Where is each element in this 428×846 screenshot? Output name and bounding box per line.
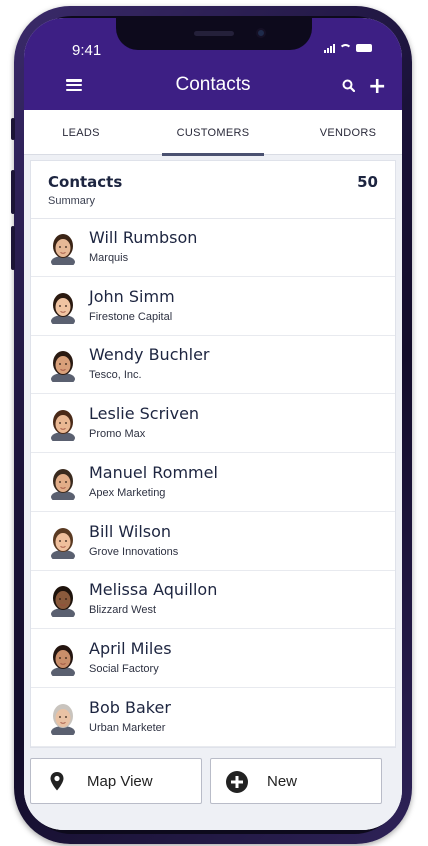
add-contact-icon[interactable]: +: [368, 76, 386, 98]
contact-name: Bill Wilson: [89, 521, 172, 541]
contact-name: Melissa Aquillon: [89, 580, 218, 600]
tab-bar: LEADS CUSTOMERS VENDORS: [24, 110, 402, 156]
contact-name: April Miles: [89, 638, 172, 658]
summary-count: 50: [357, 173, 378, 191]
bottom-action-bar: Map View New: [24, 750, 402, 830]
contact-company: Social Factory: [89, 662, 159, 675]
phone-notch: [116, 18, 312, 50]
tab-vendors[interactable]: VENDORS: [314, 110, 382, 155]
tab-customers[interactable]: CUSTOMERS: [162, 110, 264, 156]
map-pin-icon: [50, 772, 64, 791]
avatar: [51, 351, 75, 383]
avatar: [51, 644, 75, 676]
status-time: 9:41: [72, 42, 102, 59]
contact-row[interactable]: April Miles Social Factory: [31, 630, 395, 688]
contact-row[interactable]: John Simm Firestone Capital: [31, 278, 395, 336]
avatar: [51, 410, 75, 442]
contact-company: Firestone Capital: [89, 310, 173, 323]
summary-subtitle: Summary: [48, 195, 96, 207]
avatar: [51, 586, 75, 618]
contact-company: Marquis: [89, 252, 129, 264]
wifi-icon: [339, 43, 352, 53]
new-contact-button[interactable]: New: [210, 758, 382, 804]
avatar: [51, 527, 75, 559]
contact-row[interactable]: Wendy Buchler Tesco, Inc.: [31, 336, 395, 395]
contact-row[interactable]: Bill Wilson Grove Innovations: [31, 513, 395, 571]
summary-title: Contacts: [48, 173, 123, 191]
map-view-button[interactable]: Map View: [30, 758, 202, 804]
contacts-summary: Contacts Summary 50: [31, 161, 395, 219]
contact-row[interactable]: Leslie Scriven Promo Max: [31, 395, 395, 454]
speaker-grille: [194, 31, 234, 36]
avatar: [51, 703, 75, 735]
contact-row[interactable]: Melissa Aquillon Blizzard West: [31, 571, 395, 630]
contact-company: Apex Marketing: [89, 486, 166, 499]
contact-name: John Simm: [89, 286, 175, 306]
search-icon[interactable]: [342, 79, 355, 92]
contact-company: Tesco, Inc.: [89, 369, 142, 382]
contact-row[interactable]: Bob Baker Urban Marketer: [31, 689, 395, 747]
avatar: [51, 292, 75, 324]
contact-company: Urban Marketer: [89, 721, 166, 734]
contact-row[interactable]: Manuel Rommel Apex Marketing: [31, 454, 395, 512]
contact-name: Leslie Scriven: [89, 404, 200, 424]
contact-company: Promo Max: [89, 428, 146, 441]
map-view-label: Map View: [87, 773, 153, 790]
new-label: New: [267, 773, 298, 790]
contact-company: Blizzard West: [89, 604, 157, 617]
contact-company: Grove Innovations: [89, 545, 179, 558]
avatar: [51, 234, 75, 265]
contact-name: Bob Baker: [89, 697, 171, 717]
app-header: 9:41 Contacts +: [24, 18, 402, 110]
plus-circle-icon: [226, 771, 248, 793]
status-icons: [324, 43, 372, 53]
avatar: [51, 468, 75, 500]
battery-icon: [356, 44, 372, 52]
phone-volume-down: [11, 226, 15, 270]
contact-row[interactable]: Will Rumbson Marquis: [31, 219, 395, 277]
phone-mute-switch: [11, 118, 15, 140]
contact-name: Manuel Rommel: [89, 462, 218, 482]
contacts-list-card: Contacts Summary 50 Will Rumbson Marquis J…: [30, 160, 396, 748]
signal-icon: [324, 43, 335, 53]
tab-leads[interactable]: LEADS: [54, 110, 108, 155]
front-camera: [256, 28, 266, 38]
phone-volume-up: [11, 170, 15, 214]
contact-name: Will Rumbson: [89, 228, 198, 247]
contact-name: Wendy Buchler: [89, 345, 210, 365]
app-screen: 9:41 Contacts + LEADS CUSTOMERS VENDORS …: [24, 18, 402, 830]
